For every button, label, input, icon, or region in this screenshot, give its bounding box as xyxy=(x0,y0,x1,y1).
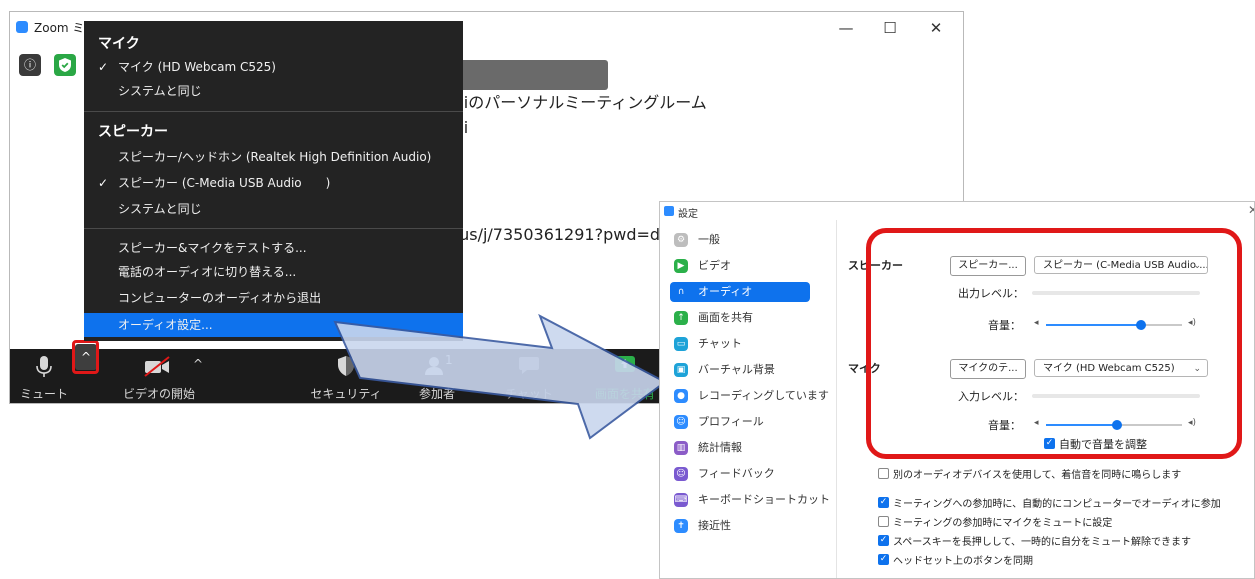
invite-link[interactable]: .us/j/7350361291?pwd=d xyxy=(454,225,660,244)
menu-divider xyxy=(84,228,463,229)
meeting-room-name: aiのパーソナルミーティングルーム xyxy=(454,93,707,112)
sidebar-item-general[interactable]: ⚙ 一般 xyxy=(670,230,810,250)
sidebar-item-virtual-background[interactable]: ▣ バーチャル背景 xyxy=(670,360,810,380)
menu-item-speaker-realtek[interactable]: スピーカー/ヘッドホン (Realtek High Definition Aud… xyxy=(84,145,463,169)
red-highlight-box xyxy=(72,340,99,374)
sidebar-item-label: キーボードショートカット xyxy=(698,493,830,506)
mute-button[interactable]: ミュート xyxy=(10,349,78,403)
mute-label: ミュート xyxy=(19,387,68,401)
video-icon: ▶ xyxy=(674,259,688,273)
sidebar-item-label: チャット xyxy=(698,337,742,350)
sidebar-item-label: フィードバック xyxy=(698,467,775,480)
statistics-icon: ▥ xyxy=(674,441,688,455)
speaker-section-header: スピーカー xyxy=(98,124,168,140)
sidebar-item-label: レコーディングしています xyxy=(698,389,829,402)
info-icon[interactable]: ⓘ xyxy=(19,54,41,76)
settings-close-button[interactable]: ✕ xyxy=(1248,203,1254,217)
pointer-arrow xyxy=(333,313,667,440)
encryption-shield-icon[interactable] xyxy=(54,54,76,76)
menu-divider xyxy=(84,111,463,112)
chat-icon: ▭ xyxy=(674,337,688,351)
ring-separate-device-checkbox[interactable] xyxy=(878,468,889,479)
recording-icon: ● xyxy=(674,389,688,403)
sidebar-item-video[interactable]: ▶ ビデオ xyxy=(670,256,810,276)
maximize-button[interactable]: ☐ xyxy=(870,16,910,40)
minimize-button[interactable]: — xyxy=(826,16,866,40)
menu-item-test-speaker-mic[interactable]: スピーカー&マイクをテストする... xyxy=(84,236,463,260)
sidebar-item-profile[interactable]: ☺ プロフィール xyxy=(670,412,810,432)
sidebar-item-keyboard-shortcuts[interactable]: ⌨ キーボードショートカット xyxy=(670,490,830,510)
sidebar-item-chat[interactable]: ▭ チャット xyxy=(670,334,810,354)
mute-on-join-checkbox[interactable] xyxy=(878,516,889,527)
settings-title: 設定 xyxy=(678,209,698,220)
menu-item-switch-phone-audio[interactable]: 電話のオーディオに切り替える... xyxy=(84,260,463,284)
window-title: Zoom ミ xyxy=(34,21,85,35)
settings-sidebar: ⚙ 一般 ▶ ビデオ ∩ オーディオ ↑ 画面を共有 ▭ チャット ▣ バーチャル背景 ● レ… xyxy=(660,220,837,578)
menu-item-mic-same-as-system[interactable]: システムと同じ xyxy=(84,79,463,103)
zoom-logo-icon xyxy=(16,21,28,33)
close-button[interactable]: ✕ xyxy=(916,16,956,40)
menu-item-mic-hd-webcam[interactable]: ✓ マイク (HD Webcam C525) xyxy=(84,55,463,79)
feedback-icon: ☺ xyxy=(674,467,688,481)
menu-item-label: システムと同じ xyxy=(118,202,202,216)
option-label: ヘッドセット上のボタンを同期 xyxy=(893,556,1033,567)
red-highlight-box xyxy=(866,228,1242,459)
headphones-icon: ∩ xyxy=(677,287,685,297)
push-to-talk-checkbox[interactable]: ✓ xyxy=(878,535,889,546)
settings-window: 設定 ✕ ⚙ 一般 ▶ ビデオ ∩ オーディオ ↑ 画面を共有 ▭ チャット ▣ バーチャル… xyxy=(659,201,1255,579)
mic-section-header: マイク xyxy=(98,36,140,52)
gear-icon: ⚙ xyxy=(674,233,688,247)
share-screen-icon: ↑ xyxy=(674,311,688,325)
sync-headset-buttons-checkbox[interactable]: ✓ xyxy=(878,554,889,565)
profile-icon: ☺ xyxy=(674,415,688,429)
sidebar-item-label: 統計情報 xyxy=(698,441,742,454)
sidebar-item-label: オーディオ xyxy=(698,285,753,298)
option-label: スペースキーを長押しして、一時的に自分をミュート解除できます xyxy=(893,537,1191,548)
sidebar-item-label: 接近性 xyxy=(698,519,731,532)
sidebar-item-label: バーチャル背景 xyxy=(698,363,775,376)
sidebar-item-audio[interactable]: ∩ オーディオ xyxy=(670,282,810,302)
audio-options-menu: マイク ✓ マイク (HD Webcam C525) システムと同じ スピーカー… xyxy=(84,21,463,341)
sidebar-item-label: プロフィール xyxy=(698,415,764,428)
sidebar-item-accessibility[interactable]: ✝ 接近性 xyxy=(670,516,810,536)
sidebar-item-recording[interactable]: ● レコーディングしています xyxy=(670,386,829,406)
virtual-background-icon: ▣ xyxy=(674,363,688,377)
keyboard-icon: ⌨ xyxy=(674,493,688,507)
microphone-icon xyxy=(36,356,52,377)
check-icon: ✓ xyxy=(98,60,109,74)
sidebar-item-share-screen[interactable]: ↑ 画面を共有 xyxy=(670,308,810,328)
option-label: ミーティングへの参加時に、自動的にコンピューターでオーディオに参加 xyxy=(893,499,1221,510)
check-icon: ✓ xyxy=(98,176,109,190)
accessibility-icon: ✝ xyxy=(674,519,688,533)
start-video-label: ビデオの開始 xyxy=(122,387,195,401)
zoom-logo-icon xyxy=(664,206,674,216)
video-off-icon xyxy=(144,356,170,377)
start-video-button[interactable]: ^ ビデオの開始 xyxy=(118,349,218,403)
option-label: ミーティングの参加時にマイクをミュートに設定 xyxy=(893,518,1113,529)
option-label: 別のオーディオデバイスを使用して、着信音を同時に鳴らします xyxy=(893,470,1182,481)
sidebar-item-statistics[interactable]: ▥ 統計情報 xyxy=(670,438,810,458)
sidebar-item-feedback[interactable]: ☺ フィードバック xyxy=(670,464,810,484)
menu-item-label: スピーカー (C-Media USB Audio ) xyxy=(118,176,331,190)
menu-item-label: スピーカー/ヘッドホン (Realtek High Definition Aud… xyxy=(118,150,432,164)
menu-item-label: マイク (HD Webcam C525) xyxy=(118,60,276,74)
video-caret-icon[interactable]: ^ xyxy=(193,357,203,371)
auto-join-audio-checkbox[interactable]: ✓ xyxy=(878,497,889,508)
sidebar-item-label: 画面を共有 xyxy=(698,311,753,324)
menu-item-speaker-cmedia[interactable]: ✓ スピーカー (C-Media USB Audio ) xyxy=(84,171,463,195)
menu-item-speaker-same-as-system[interactable]: システムと同じ xyxy=(84,197,463,221)
sidebar-item-label: ビデオ xyxy=(698,259,731,272)
sidebar-item-label: 一般 xyxy=(698,233,720,246)
menu-item-label: システムと同じ xyxy=(118,84,202,98)
tooltip xyxy=(440,60,608,90)
